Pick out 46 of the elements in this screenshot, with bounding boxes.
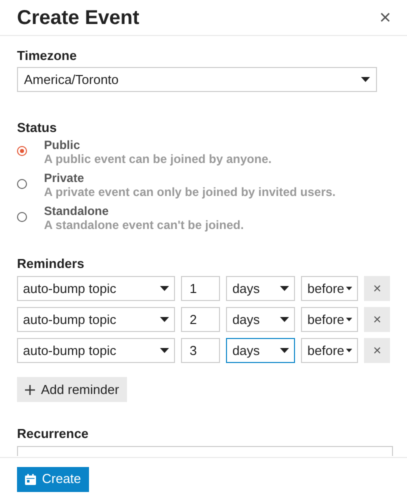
option-description: A public event can be joined by anyone. xyxy=(44,152,272,166)
close-button[interactable]: × xyxy=(375,8,395,28)
position-select[interactable]: before xyxy=(301,307,358,332)
field-label: Status xyxy=(17,119,58,136)
type-select[interactable]: auto-bump topic xyxy=(17,338,175,363)
caret-icon xyxy=(280,286,290,291)
option-description: A standalone event can't be joined. xyxy=(44,218,244,232)
number-input[interactable]: 3 xyxy=(180,338,220,363)
caret-icon xyxy=(346,286,352,291)
position-select[interactable]: before xyxy=(301,338,358,363)
timezone-select[interactable]: America/Toronto xyxy=(17,67,377,92)
caret-icon xyxy=(280,348,290,353)
caret-icon xyxy=(160,286,169,291)
radio-button[interactable] xyxy=(17,146,27,156)
field-label: Timezone xyxy=(17,47,78,64)
caret-icon xyxy=(346,348,352,353)
unit-select[interactable]: days xyxy=(226,338,296,363)
number-input[interactable]: 1 xyxy=(180,276,220,301)
type-select[interactable]: auto-bump topic xyxy=(17,276,175,301)
radio-button[interactable] xyxy=(17,179,27,189)
field-label: Reminders xyxy=(17,255,86,272)
calendar-icon xyxy=(25,474,36,484)
recurrence-field[interactable] xyxy=(17,446,393,456)
radio-button[interactable] xyxy=(17,212,27,222)
create-button[interactable]: Create xyxy=(17,466,90,492)
option-label: Private xyxy=(44,171,86,185)
caret-icon xyxy=(280,317,290,322)
remove-button[interactable]: × xyxy=(364,276,390,301)
caret-icon xyxy=(361,77,370,82)
option-description: A private event can only be joined by invited users. xyxy=(44,185,336,199)
caret-icon xyxy=(160,348,169,353)
unit-select[interactable]: days xyxy=(226,276,296,301)
remove-button[interactable]: × xyxy=(364,338,390,363)
position-select[interactable]: before xyxy=(301,276,358,301)
type-select[interactable]: auto-bump topic xyxy=(17,307,175,332)
caret-icon xyxy=(160,317,169,322)
add-reminder-button[interactable]: Add reminder xyxy=(17,377,128,402)
unit-select[interactable]: days xyxy=(226,307,296,332)
caret-icon xyxy=(346,317,352,322)
number-input[interactable]: 2 xyxy=(180,307,220,332)
option-label: Standalone xyxy=(44,204,110,218)
remove-button[interactable]: × xyxy=(364,307,390,332)
plus-icon xyxy=(25,384,35,394)
dialog-title: Create Event xyxy=(17,6,140,30)
option-label: Public xyxy=(44,138,82,152)
field-label: Recurrence xyxy=(17,425,90,442)
